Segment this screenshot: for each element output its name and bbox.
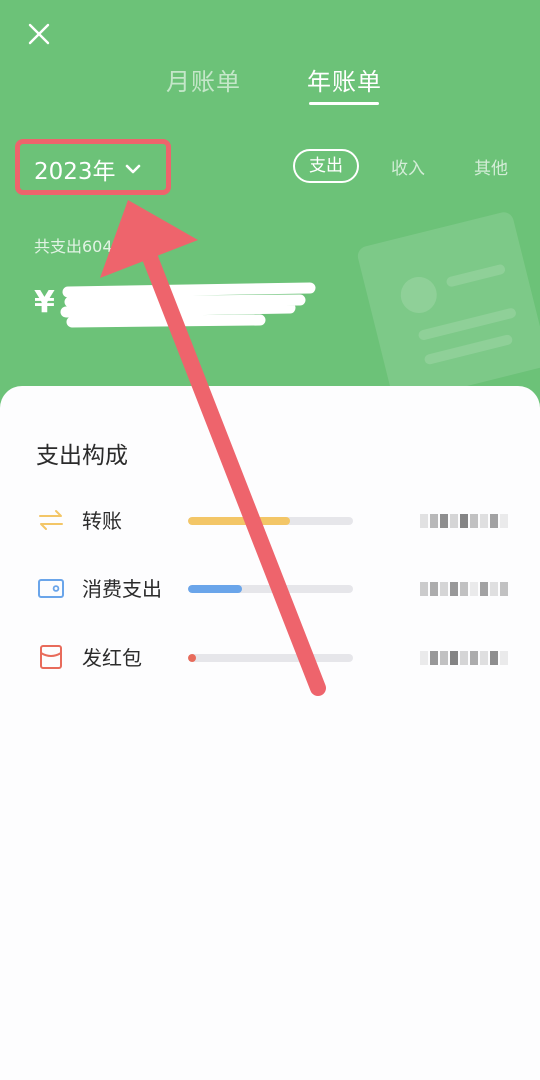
list-item-consumption[interactable]: 消费支出 — [0, 567, 540, 607]
receipt-illustration-icon — [357, 212, 540, 395]
list-item-transfer[interactable]: 转账 — [0, 499, 540, 539]
close-icon[interactable] — [22, 18, 56, 52]
active-tab-indicator — [309, 102, 379, 105]
tab-yearly-bill[interactable]: 年账单 — [307, 62, 382, 97]
progress-fill — [188, 585, 243, 593]
progress-track — [188, 585, 353, 593]
progress-fill — [188, 517, 291, 525]
item-label: 消费支出 — [82, 577, 162, 601]
section-title: 支出构成 — [36, 443, 128, 469]
filter-expense[interactable]: 支出 — [293, 149, 359, 183]
progress-fill — [188, 654, 197, 662]
bill-tabs: 月账单 年账单 — [0, 62, 540, 112]
redaction-scribble — [60, 282, 316, 328]
wallet-icon — [38, 579, 64, 598]
header-panel: 月账单 年账单 2023年 支出 收入 其他 共支出604 ¥ — [0, 0, 540, 420]
currency-symbol: ¥ — [34, 285, 55, 320]
transfer-icon — [39, 510, 63, 530]
total-expense-text: 共支出604 — [34, 237, 113, 256]
item-label: 转账 — [82, 509, 122, 533]
red-packet-icon — [40, 645, 62, 669]
filter-other[interactable]: 其他 — [474, 154, 508, 179]
tab-monthly-bill[interactable]: 月账单 — [166, 62, 241, 97]
redacted-amount — [420, 579, 530, 599]
progress-track — [188, 517, 353, 525]
progress-track — [188, 654, 353, 662]
list-item-red-packet[interactable]: 发红包 — [0, 636, 540, 676]
redacted-amount — [420, 648, 530, 668]
filter-income[interactable]: 收入 — [391, 154, 425, 179]
expense-composition-card: 支出构成 转账 消费支出 发红包 — [0, 386, 540, 1080]
year-highlight-box — [15, 139, 171, 195]
item-label: 发红包 — [82, 646, 142, 670]
redacted-amount — [420, 511, 530, 531]
